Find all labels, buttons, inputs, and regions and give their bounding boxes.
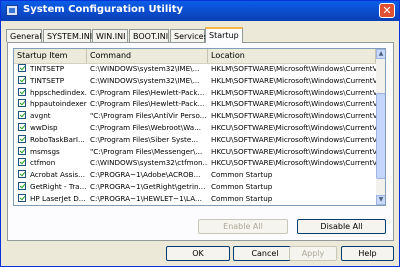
enabled-checkbox[interactable] [18, 87, 26, 96]
enabled-checkbox[interactable] [18, 134, 26, 143]
command-cell: C:\PROGRA~1\HEWLET~1\LA... [90, 193, 202, 203]
tab-startup[interactable]: Startup [205, 27, 243, 43]
tab-win-ini[interactable]: WIN.INI [92, 29, 128, 42]
enabled-checkbox[interactable] [18, 193, 26, 202]
startup-item-cell: GetRight - Tra... [30, 182, 87, 191]
enabled-checkbox[interactable] [18, 146, 26, 155]
enabled-checkbox[interactable] [18, 182, 26, 190]
enable-all-button[interactable]: Enable All [198, 219, 288, 234]
scroll-thumb[interactable] [376, 93, 385, 179]
startup-item-cell: RoboTaskBarI... [30, 134, 85, 144]
location-cell: HKLM\SOFTWARE\Microsoft\Windows\CurrentV [211, 99, 376, 109]
table-row[interactable]: msmsgs "C:\Program Files\Messenger\... HKC… [14, 146, 376, 157]
startup-item-cell: Acrobat Assis... [30, 170, 86, 180]
list-header: Startup Item Command Location [14, 49, 376, 64]
command-cell: C:\Program Files\Hewlett-Pack... [90, 87, 205, 97]
location-cell: HKLM\SOFTWARE\Microsoft\Windows\CurrentV [211, 111, 376, 121]
location-cell: Common Startup [211, 182, 273, 191]
table-row[interactable]: ctfmon C:\WINDOWS\system32\ctfmon... HKCU\… [14, 157, 376, 168]
table-row[interactable]: wwDisp C:\Program Files\Webroot\Wa... HKCU… [14, 122, 376, 133]
table-row[interactable]: HP LaserJet D... C:\PROGRA~1\HEWLET~1\LA.… [14, 193, 376, 204]
scroll-down-icon[interactable]: ▼ [376, 195, 385, 205]
scroll-up-icon[interactable]: ▲ [376, 49, 385, 59]
location-cell: HKCU\SOFTWARE\Microsoft\Windows\CurrentV [211, 123, 376, 132]
enabled-checkbox[interactable] [18, 75, 26, 84]
command-cell: C:\Program Files\Webroot\Wa... [90, 123, 202, 132]
startup-list[interactable]: Startup Item Command Location TINTSETP C:… [13, 48, 386, 206]
location-cell: HKLM\SOFTWARE\Microsoft\Windows\CurrentV [211, 87, 376, 97]
ok-button[interactable]: OK [166, 246, 230, 261]
tab-system-ini[interactable]: SYSTEM.INI [43, 29, 92, 42]
close-icon: ✕ [382, 4, 392, 17]
location-cell: HKCU\SOFTWARE\Microsoft\Windows\CurrentV [211, 158, 376, 168]
command-cell: "C:\Program Files\Messenger\... [90, 146, 203, 156]
table-row[interactable]: GetRight - Tra... C:\PROGRA~1\GetRight\ge… [14, 181, 376, 192]
startup-item-cell: msmsgs [30, 146, 60, 156]
table-row[interactable]: RoboTaskBarI... C:\Program Files\Siber Sy… [14, 134, 376, 145]
disable-all-button[interactable]: Disable All [297, 219, 386, 234]
command-cell: C:\Program Files\Hewlett-Pack... [90, 99, 205, 109]
close-button[interactable]: ✕ [379, 3, 395, 18]
startup-item-cell: TINTSETP [30, 64, 65, 73]
command-cell: "C:\Program Files\AntiVir Perso... [90, 111, 207, 121]
command-cell: C:\WINDOWS\system32\IME\... [90, 64, 200, 73]
tab-services[interactable]: Services [170, 29, 208, 42]
startup-item-cell: ctfmon [30, 158, 56, 168]
table-row[interactable]: TINTSETP C:\WINDOWS\system32\IME\... HKLM\… [14, 63, 376, 74]
enabled-checkbox[interactable] [18, 111, 26, 120]
startup-item-cell: HP LaserJet D... [30, 193, 86, 203]
location-cell: Common Startup [211, 193, 273, 203]
enabled-checkbox[interactable] [18, 123, 26, 131]
startup-item-cell: hppautoindexer [30, 99, 87, 109]
table-row[interactable]: hppautoindexer C:\Program Files\Hewlett-P… [14, 98, 376, 109]
command-cell: C:\PROGRA~1\Adobe\ACROB... [90, 170, 201, 180]
location-cell: HKLM\SOFTWARE\Microsoft\Windows\CurrentV [211, 64, 376, 73]
location-cell: HKCU\SOFTWARE\Microsoft\Windows\CurrentV [211, 134, 376, 144]
command-cell: C:\WINDOWS\system32\IME\... [90, 75, 200, 85]
app-icon [6, 5, 18, 16]
help-button[interactable]: Help [341, 246, 394, 261]
title-bar[interactable]: System Configuration Utility ✕ [1, 1, 399, 21]
vertical-scrollbar[interactable]: ▲ ▼ [376, 49, 385, 205]
tab-general[interactable]: General [6, 29, 42, 42]
enabled-checkbox[interactable] [18, 64, 26, 72]
command-cell: C:\PROGRA~1\GetRight\getrin... [90, 182, 206, 191]
tab-boot-ini[interactable]: BOOT.INI [129, 29, 169, 42]
startup-item-cell: TINTSETP [30, 75, 65, 85]
system-configuration-window: System Configuration Utility ✕ General S… [0, 0, 400, 267]
table-row[interactable]: TINTSETP C:\WINDOWS\system32\IME\... HKLM\… [14, 75, 376, 86]
startup-item-cell: hppschedindex... [30, 87, 87, 97]
location-cell: HKLM\SOFTWARE\Microsoft\Windows\CurrentV [211, 75, 376, 85]
column-command[interactable]: Command [87, 49, 208, 63]
column-startup-item[interactable]: Startup Item [14, 49, 87, 63]
location-cell: Common Startup [211, 170, 273, 180]
startup-item-cell: wwDisp [30, 123, 58, 132]
startup-item-cell: avgnt [30, 111, 51, 121]
apply-button[interactable]: Apply [289, 246, 337, 261]
table-row[interactable]: hppschedindex... C:\Program Files\Hewlett… [14, 87, 376, 98]
command-cell: C:\WINDOWS\system32\ctfmon... [90, 158, 208, 168]
enabled-checkbox[interactable] [18, 170, 26, 179]
table-row[interactable]: avgnt "C:\Program Files\AntiVir Perso... H… [14, 110, 376, 121]
location-cell: HKCU\SOFTWARE\Microsoft\Windows\CurrentV [211, 146, 376, 156]
table-row[interactable]: Acrobat Assis... C:\PROGRA~1\Adobe\ACROB.… [14, 169, 376, 180]
column-location[interactable]: Location [208, 49, 376, 63]
window-title: System Configuration Utility [23, 4, 183, 15]
enabled-checkbox[interactable] [18, 99, 26, 108]
enabled-checkbox[interactable] [18, 158, 26, 167]
cancel-button[interactable]: Cancel [233, 246, 297, 261]
command-cell: C:\Program Files\Siber Syste... [90, 134, 199, 144]
